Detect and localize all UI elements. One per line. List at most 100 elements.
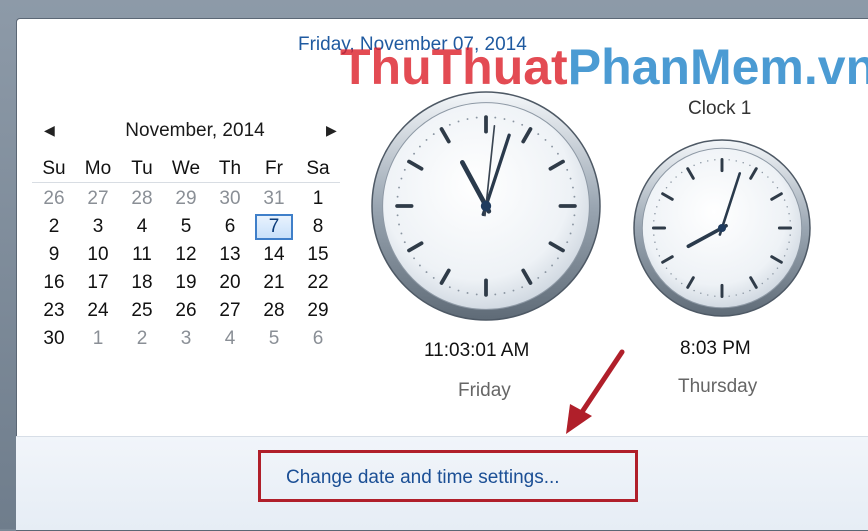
minute-dot [670, 273, 672, 275]
minute-dot [572, 223, 574, 226]
minute-dot [675, 278, 677, 280]
calendar-day-adjacent-month[interactable]: 27 [76, 185, 120, 213]
minute-dot [457, 120, 460, 123]
clock-center [717, 223, 727, 233]
main-clock-day: Friday [458, 380, 511, 401]
change-date-time-settings-link[interactable]: Change date and time settings... [286, 467, 560, 489]
calendar-day-adjacent-month[interactable]: 1 [76, 325, 120, 353]
calendar-day[interactable]: 4 [120, 213, 164, 241]
minute-dot [742, 162, 744, 164]
minute-dot [776, 186, 779, 189]
minute-dot [654, 241, 656, 243]
calendar-day[interactable]: 20 [208, 269, 252, 297]
minute-dot [772, 273, 774, 275]
minute-dot [658, 255, 661, 257]
calendar-day[interactable]: 25 [120, 297, 164, 325]
minute-dot [448, 123, 451, 126]
minute-dot [707, 160, 709, 162]
minute-dot [693, 289, 695, 292]
minute-dot [425, 138, 428, 141]
minute-dot [494, 293, 497, 296]
calendar-day-adjacent-month[interactable]: 6 [296, 325, 340, 353]
calendar-day-adjacent-month[interactable]: 2 [120, 325, 164, 353]
calendar-day[interactable]: 22 [296, 269, 340, 297]
clock-1-time: 8:03 PM [680, 338, 751, 359]
clock-1-name: Clock 1 [688, 98, 752, 119]
calendar-day[interactable]: 11 [120, 241, 164, 269]
minute-dot [789, 234, 791, 236]
minute-dot [544, 138, 547, 141]
watermark: ThuThuatPhanMem.vn [340, 42, 868, 92]
calendar-grid: Su Mo Tu We Th Fr Sa 26 27 28 29 30 31 1 2 3 4 5 6 7 8 9 10 11 1… [32, 156, 350, 353]
minute-dot [413, 257, 416, 260]
minute-dot [714, 159, 716, 161]
calendar-day[interactable]: 23 [32, 297, 76, 325]
calendar-day[interactable]: 24 [76, 297, 120, 325]
right-triangle-icon[interactable]: ▶ [326, 122, 337, 139]
calendar-day[interactable]: 2 [32, 213, 76, 241]
minute-dot [573, 195, 576, 198]
calendar-day[interactable]: 26 [164, 297, 208, 325]
calendar-day[interactable]: 21 [252, 269, 296, 297]
weekday-header: Tu [120, 156, 164, 183]
minute-dot [675, 176, 677, 178]
clock-1-day: Thursday [678, 376, 758, 397]
calendar-day[interactable]: 18 [120, 269, 164, 297]
minute-dot [566, 241, 569, 244]
minute-dot [735, 160, 737, 162]
minute-dot [537, 276, 540, 279]
minute-dot [521, 123, 524, 126]
calendar-day[interactable]: 1 [296, 185, 340, 213]
calendar-day[interactable]: 12 [164, 241, 208, 269]
calendar-day-adjacent-month[interactable]: 3 [164, 325, 208, 353]
minute-dot [503, 118, 506, 120]
minute-dot [521, 286, 524, 289]
calendar-day[interactable]: 19 [164, 269, 208, 297]
minute-dot [551, 264, 554, 267]
calendar-day[interactable]: 27 [208, 297, 252, 325]
calendar-day-selected[interactable]: 7 [252, 213, 296, 241]
minute-dot [396, 214, 399, 217]
calendar-day[interactable]: 15 [296, 241, 340, 269]
calendar-day[interactable]: 10 [76, 241, 120, 269]
calendar-day-adjacent-month[interactable]: 30 [208, 185, 252, 213]
minute-dot [544, 271, 547, 274]
calendar-day[interactable]: 17 [76, 269, 120, 297]
month-title[interactable]: November, 2014 [40, 120, 350, 142]
calendar-day-adjacent-month[interactable]: 31 [252, 185, 296, 213]
weekday-header: We [164, 156, 208, 183]
minute-dot [537, 133, 540, 136]
minute-dot [398, 186, 400, 189]
calendar-day-adjacent-month[interactable]: 5 [252, 325, 296, 353]
calendar-day[interactable]: 5 [164, 213, 208, 241]
calendar-day[interactable]: 8 [296, 213, 340, 241]
minute-dot [403, 241, 406, 244]
calendar-day-adjacent-month[interactable]: 28 [120, 185, 164, 213]
watermark-part1: ThuThuat [340, 39, 568, 95]
minute-dot [761, 282, 764, 285]
calendar-day-adjacent-month[interactable]: 4 [208, 325, 252, 353]
calendar-day-adjacent-month[interactable]: 26 [32, 185, 76, 213]
calendar-day[interactable]: 13 [208, 241, 252, 269]
minute-dot [396, 195, 399, 198]
calendar-day[interactable]: 29 [296, 297, 340, 325]
calendar-day[interactable]: 14 [252, 241, 296, 269]
calendar-day[interactable]: 30 [32, 325, 76, 353]
minute-dot [788, 241, 790, 243]
calendar-day-adjacent-month[interactable]: 29 [164, 185, 208, 213]
minute-dot [466, 118, 469, 120]
calendar-day[interactable]: 16 [32, 269, 76, 297]
minute-dot [788, 213, 790, 215]
minute-dot [693, 164, 695, 167]
minute-dot [783, 255, 786, 257]
minute-dot [735, 294, 737, 296]
minute-dot [653, 220, 655, 222]
calendar-day[interactable]: 9 [32, 241, 76, 269]
minute-dot [680, 282, 683, 285]
calendar-day[interactable]: 3 [76, 213, 120, 241]
calendar-day[interactable]: 28 [252, 297, 296, 325]
minute-dot [400, 232, 403, 235]
main-clock-time: 11:03:01 AM [424, 340, 530, 361]
minute-dot [783, 199, 786, 201]
calendar-day[interactable]: 6 [208, 213, 252, 241]
